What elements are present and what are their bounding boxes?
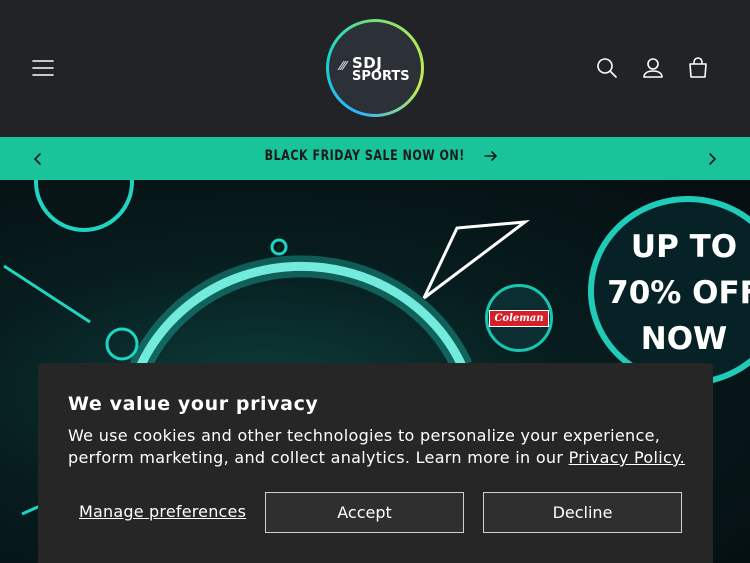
search-button[interactable] — [585, 46, 629, 90]
cookie-message: We use cookies and other technologies to… — [68, 425, 688, 469]
promo-line-1: UP TO — [630, 229, 738, 265]
manage-preferences-link[interactable]: Manage preferences — [79, 502, 246, 521]
menu-icon — [32, 60, 54, 76]
site-header: /// SDJ SPORTS — [0, 0, 750, 137]
cart-icon — [689, 57, 707, 78]
menu-button[interactable] — [21, 46, 65, 90]
decline-button[interactable]: Decline — [483, 492, 682, 533]
coleman-badge: Coleman — [485, 284, 553, 352]
search-icon — [597, 58, 617, 78]
promo-line-3: NOW — [640, 321, 728, 357]
promo-text: UP TO 70% OFF NOW — [594, 224, 750, 362]
cookie-title: We value your privacy — [68, 393, 319, 415]
cookie-consent-banner: We value your privacy We use cookies and… — [38, 363, 713, 563]
account-icon — [643, 58, 663, 78]
arrow-right-icon — [483, 151, 497, 161]
sdj-sports-logo[interactable]: /// SDJ SPORTS — [326, 19, 424, 117]
logo-stripes: /// — [336, 59, 348, 72]
account-button[interactable] — [631, 46, 675, 90]
accept-button[interactable]: Accept — [265, 492, 464, 533]
privacy-policy-link[interactable]: Privacy Policy. — [569, 448, 685, 467]
coleman-logo-text: Coleman — [489, 309, 549, 327]
announcement-bar: BLACK FRIDAY SALE NOW ON! — [0, 137, 750, 180]
announcement-text: BLACK FRIDAY SALE NOW ON! — [264, 148, 466, 164]
chevron-right-icon — [709, 153, 717, 165]
logo-text-sports: SPORTS — [352, 69, 410, 84]
announcement-next-button[interactable] — [701, 148, 723, 170]
promo-line-2: 70% OFF — [607, 275, 750, 311]
cart-button[interactable] — [676, 46, 720, 90]
announcement-link[interactable]: BLACK FRIDAY SALE NOW ON! — [0, 148, 750, 164]
